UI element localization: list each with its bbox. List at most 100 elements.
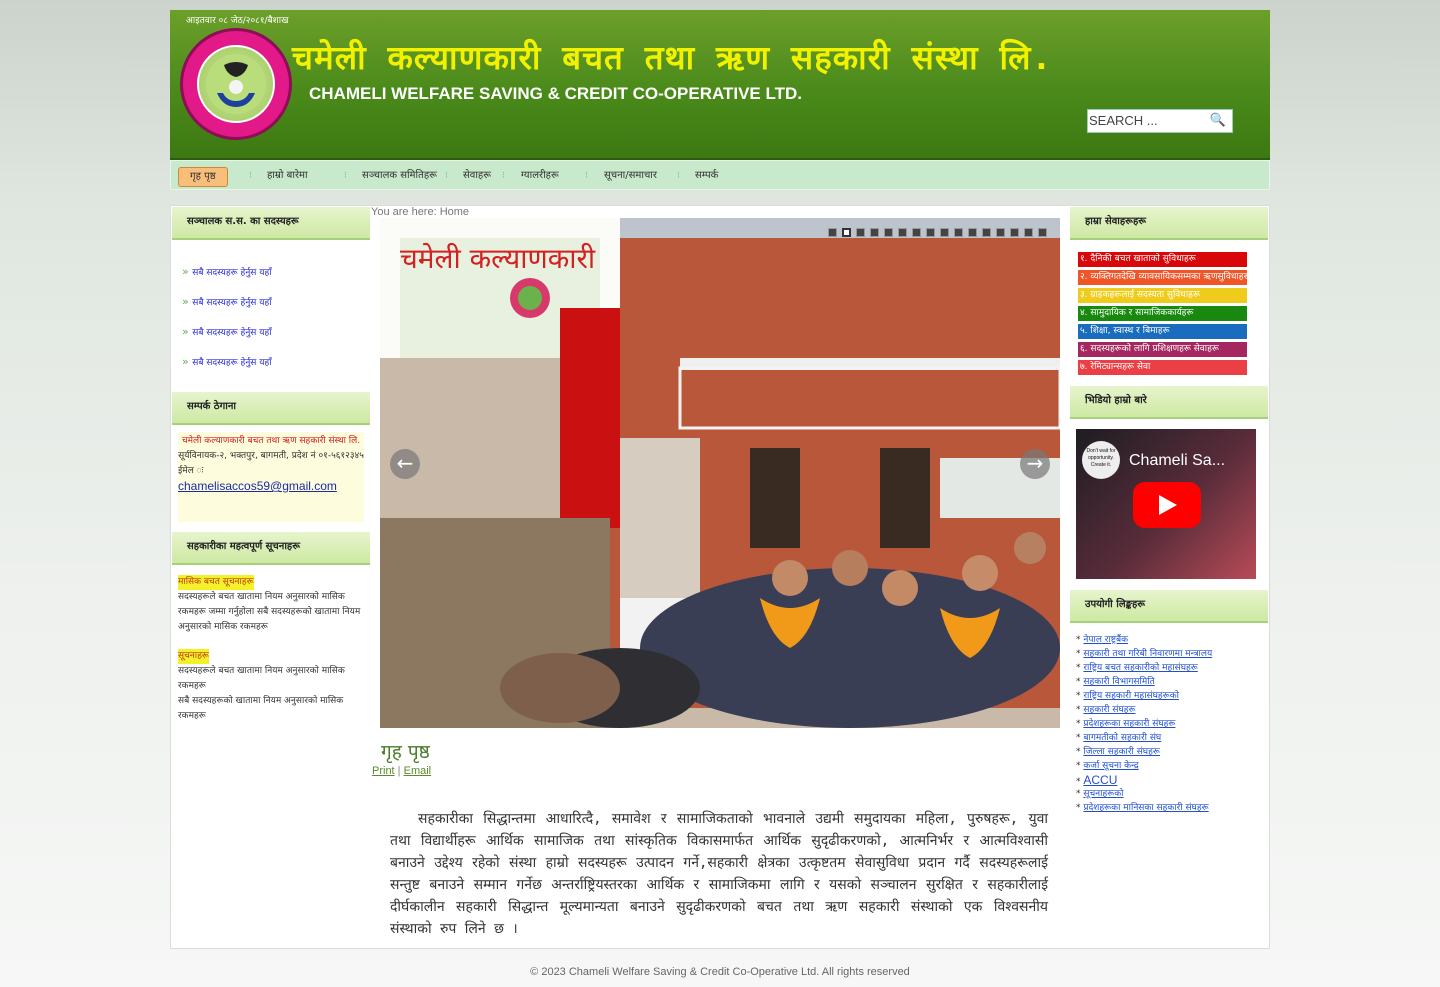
useful-link[interactable]: जिल्ला सहकारी संघहरू bbox=[1083, 747, 1160, 757]
slide-indicator[interactable] bbox=[828, 228, 837, 237]
slide-indicator[interactable] bbox=[884, 228, 893, 237]
main-nav: गृह पृष्ठ ⁝ हाम्रो बारेमा ⁝ सञ्चालक समित… bbox=[170, 160, 1270, 190]
play-button-icon[interactable] bbox=[1133, 482, 1201, 528]
nav-item-services[interactable]: सेवाहरू bbox=[463, 167, 491, 187]
news-heading[interactable]: सूचनाहरू bbox=[178, 649, 209, 664]
search-box[interactable]: SEARCH ... 🔍 bbox=[1087, 109, 1233, 133]
slide-next-arrow-icon[interactable]: → bbox=[1020, 449, 1050, 479]
slide-indicator[interactable] bbox=[870, 228, 879, 237]
email-label: ईमेल ः bbox=[178, 466, 204, 476]
slide-indicator[interactable] bbox=[926, 228, 935, 237]
news-body: सदस्यहरूले बचत खातामा नियम अनुसारको मासि… bbox=[178, 666, 345, 691]
service-item[interactable]: १. दैनिकी बचत खाताको सुविधाहरू bbox=[1078, 252, 1247, 267]
search-input[interactable]: SEARCH ... bbox=[1088, 110, 1208, 132]
channel-avatar: Don't wait for opportunity. Create it. bbox=[1082, 441, 1120, 479]
article-body: सहकारीका सिद्धान्तमा आधारित्दै, समावेश र… bbox=[390, 811, 1048, 937]
nav-item-home[interactable]: गृह पृष्ठ bbox=[178, 167, 228, 187]
news-heading[interactable]: मासिक बचत सूचनाहरू bbox=[178, 575, 254, 590]
bullet-icon: » bbox=[182, 295, 189, 308]
news-list: मासिक बचत सूचनाहरू सदस्यहरूले बचत खातामा… bbox=[178, 575, 366, 724]
bullet-icon: » bbox=[182, 265, 189, 278]
nav-separator: ⁝ bbox=[249, 171, 252, 181]
slide-prev-arrow-icon[interactable]: ← bbox=[390, 449, 420, 479]
list-item[interactable]: » सबै सदस्यहरू हेर्नुस यहाँ bbox=[182, 295, 272, 325]
slide-indicator[interactable] bbox=[954, 228, 963, 237]
members-module-title: सञ्चालक स.स. का सदस्यहरू bbox=[172, 207, 370, 240]
list-item: * ACCU bbox=[1076, 773, 1212, 787]
service-item[interactable]: ७. रेमिट्यान्सहरू सेवा bbox=[1078, 360, 1247, 375]
useful-link[interactable]: सहकारी विभागसमिति bbox=[1083, 677, 1154, 687]
useful-link[interactable]: राष्ट्रिय सहकारी महासंघहरूको bbox=[1083, 691, 1179, 701]
hands-icon bbox=[206, 54, 266, 114]
bullet-icon: » bbox=[182, 355, 189, 368]
nav-separator: ⁝ bbox=[677, 171, 680, 181]
nav-item-news[interactable]: सूचना/समाचार bbox=[604, 167, 657, 187]
slide-indicator[interactable] bbox=[1010, 228, 1019, 237]
useful-link[interactable]: सहकारी संघहरू bbox=[1083, 705, 1135, 715]
nav-item-contact[interactable]: सम्पर्क bbox=[695, 167, 718, 187]
list-item: * सूचनाहरूको bbox=[1076, 787, 1212, 801]
video-module-title: भिडियो हाम्रो बारे bbox=[1070, 386, 1268, 419]
article-title: गृह पृष्ठ bbox=[381, 741, 430, 763]
list-item[interactable]: » सबै सदस्यहरू हेर्नुस यहाँ bbox=[182, 265, 272, 295]
bullet-icon: » bbox=[182, 325, 189, 338]
list-item: * प्रदेशहरूका सहकारी संघहरू bbox=[1076, 717, 1212, 731]
contact-box: चमेली कल्याणकारी बचत तथा ऋण सहकारी संस्थ… bbox=[178, 432, 364, 522]
useful-link[interactable]: प्रदेशहरूका सहकारी संघहरू bbox=[1083, 719, 1175, 729]
useful-link[interactable]: सूचनाहरूको bbox=[1083, 789, 1123, 799]
useful-link[interactable]: राष्ट्रिय बचत सहकारीको महासंघहरू bbox=[1083, 663, 1197, 673]
slide-indicator[interactable] bbox=[842, 228, 851, 237]
email-link[interactable]: Email bbox=[404, 765, 432, 777]
list-item[interactable]: » सबै सदस्यहरू हेर्नुस यहाँ bbox=[182, 325, 272, 355]
search-icon[interactable]: 🔍 bbox=[1210, 113, 1226, 128]
slide-indicator[interactable] bbox=[856, 228, 865, 237]
date-display: आइतवार ०८ जेठ/२०८१/बैशाख bbox=[186, 16, 289, 26]
slide-indicator[interactable] bbox=[968, 228, 977, 237]
service-item[interactable]: ३. ग्राहकहरूलाई सदस्यता सुविधाहरू bbox=[1078, 288, 1247, 303]
nav-item-about[interactable]: हाम्रो बारेमा bbox=[267, 167, 308, 187]
slide-indicator[interactable] bbox=[1038, 228, 1047, 237]
slide-indicator[interactable] bbox=[996, 228, 1005, 237]
nav-separator: ⁝ bbox=[502, 171, 505, 181]
useful-link[interactable]: ACCU bbox=[1083, 773, 1117, 787]
nav-separator: ⁝ bbox=[585, 171, 588, 181]
service-item[interactable]: २. व्यक्तिगतदेखि व्यावसायिकसम्मका ऋणसुवि… bbox=[1078, 270, 1247, 285]
list-item: * सहकारी तथा गरिबी निवारणमा मन्त्रालय bbox=[1076, 647, 1212, 661]
useful-link[interactable]: प्रदेशहरूका मानिसका सहकारी संघहरू bbox=[1083, 803, 1208, 813]
useful-link[interactable]: कर्जा सूचना केन्द्र bbox=[1083, 761, 1138, 771]
services-module-title: हाम्रा सेवाहरूहरू bbox=[1070, 207, 1268, 240]
service-item[interactable]: ६. सदस्यहरूको लागि प्रशिक्षणहरू सेवाहरू bbox=[1078, 342, 1247, 357]
print-link[interactable]: Print bbox=[372, 765, 395, 777]
service-item[interactable]: ४. सामुदायिक र सामाजिककार्यहरू bbox=[1078, 306, 1247, 321]
list-item: * नेपाल राष्ट्रबैंक bbox=[1076, 633, 1212, 647]
list-item: * सहकारी विभागसमिति bbox=[1076, 675, 1212, 689]
contact-org: चमेली कल्याणकारी बचत तथा ऋण सहकारी संस्थ… bbox=[181, 436, 361, 446]
slide-indicator[interactable] bbox=[912, 228, 921, 237]
svg-text:चमेली कल्याणकारी: चमेली कल्याणकारी bbox=[400, 242, 596, 275]
nav-item-committees[interactable]: सञ्चालक समितिहरू bbox=[362, 167, 437, 187]
slide-indicator[interactable] bbox=[982, 228, 991, 237]
nav-item-gallery[interactable]: ग्यालरीहरू bbox=[521, 167, 559, 187]
site-header: आइतवार ०८ जेठ/२०८१/बैशाख चमेली कल्याणकार… bbox=[170, 10, 1270, 160]
service-item[interactable]: ५. शिक्षा, स्वास्थ र बिमाहरू bbox=[1078, 324, 1247, 339]
site-logo[interactable] bbox=[180, 28, 292, 140]
news-body: सबै सदस्यहरूको खातामा नियम अनुसारको मासि… bbox=[178, 696, 344, 721]
members-list: » सबै सदस्यहरू हेर्नुस यहाँ » सबै सदस्यह… bbox=[182, 265, 272, 385]
list-item: * बागमतीको सहकारी संघ bbox=[1076, 731, 1212, 745]
useful-link[interactable]: सहकारी तथा गरिबी निवारणमा मन्त्रालय bbox=[1083, 649, 1212, 659]
logo-emblem-icon bbox=[197, 45, 275, 123]
contact-email-link[interactable]: chamelisaccos59@gmail.com bbox=[178, 479, 364, 494]
image-slideshow[interactable]: चमेली कल्याणकारी ← → bbox=[380, 218, 1060, 728]
list-item: * कर्जा सूचना केन्द्र bbox=[1076, 759, 1212, 773]
useful-link[interactable]: बागमतीको सहकारी संघ bbox=[1083, 733, 1161, 743]
slide-indicator[interactable] bbox=[1024, 228, 1033, 237]
list-item: * राष्ट्रिय बचत सहकारीको महासंघहरू bbox=[1076, 661, 1212, 675]
youtube-video-embed[interactable]: Don't wait for opportunity. Create it. C… bbox=[1076, 429, 1256, 579]
nav-separator: ⁝ bbox=[445, 171, 448, 181]
list-item[interactable]: » सबै सदस्यहरू हेर्नुस यहाँ bbox=[182, 355, 272, 385]
list-item: * राष्ट्रिय सहकारी महासंघहरूको bbox=[1076, 689, 1212, 703]
site-title-english: CHAMELI WELFARE SAVING & CREDIT CO-OPERA… bbox=[309, 84, 802, 103]
slide-indicator[interactable] bbox=[940, 228, 949, 237]
slide-indicator[interactable] bbox=[898, 228, 907, 237]
useful-link[interactable]: नेपाल राष्ट्रबैंक bbox=[1083, 635, 1128, 645]
